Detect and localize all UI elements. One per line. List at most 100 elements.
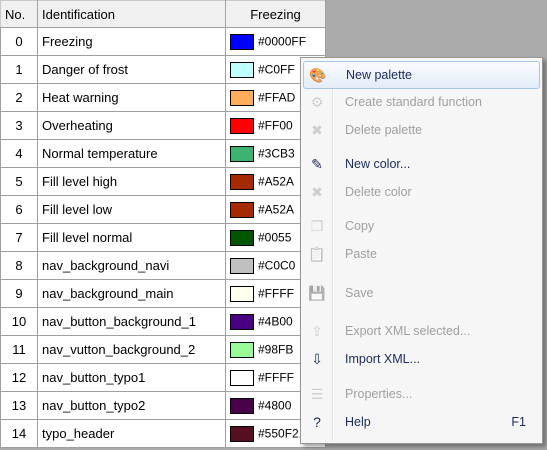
color-identification[interactable]: Overheating: [37, 111, 226, 140]
color-swatch[interactable]: [230, 425, 254, 442]
color-hex-value: #FFFF: [258, 286, 294, 301]
menu-item-import-xml[interactable]: ⇩ Import XML...: [303, 346, 540, 372]
color-swatch[interactable]: [230, 173, 254, 190]
table-row[interactable]: 4 Normal temperature #3CB3: [0, 139, 326, 168]
color-hex-value: #A52A: [258, 174, 295, 189]
import-xml-icon: ⇩: [311, 351, 323, 367]
menu-item-export-xml[interactable]: ⇪ Export XML selected...: [303, 318, 540, 344]
table-row[interactable]: 1 Danger of frost #C0FF: [0, 55, 326, 84]
color-swatch[interactable]: [230, 229, 254, 246]
color-palette-table[interactable]: No. Identification Freezing 0 Freezing #00…: [0, 0, 326, 448]
color-identification[interactable]: nav_background_navi: [37, 251, 226, 280]
color-identification[interactable]: Fill level normal: [37, 223, 226, 252]
menu-item-delete-color[interactable]: ✖ Delete color: [303, 179, 540, 205]
context-menu[interactable]: 🎨 New palette ⚙ Create standard function ✖ De…: [300, 57, 543, 444]
row-number: 5: [0, 167, 38, 196]
color-identification[interactable]: Normal temperature: [37, 139, 226, 168]
menu-item-label: Properties...: [345, 387, 413, 401]
color-swatch[interactable]: [230, 341, 254, 358]
row-number: 9: [0, 279, 38, 308]
table-row[interactable]: 0 Freezing #0000FF: [0, 27, 326, 56]
color-hex-value: #4800: [258, 398, 292, 413]
menu-item-label: Export XML selected...: [345, 324, 471, 338]
menu-item-label: Help: [345, 415, 371, 429]
menu-item-label: Copy: [345, 219, 375, 233]
column-header-no[interactable]: No.: [0, 0, 38, 28]
row-number: 3: [0, 111, 38, 140]
menu-item-gear[interactable]: ⚙ Create standard function: [303, 89, 540, 115]
table-row[interactable]: 8 nav_background_navi #C0C0: [0, 251, 326, 280]
color-hex-value: #0055: [258, 230, 292, 245]
properties-icon: ☰: [310, 386, 324, 402]
menu-item-label: Delete palette: [345, 123, 423, 137]
color-swatch[interactable]: [230, 257, 254, 274]
color-identification[interactable]: nav_background_main: [37, 279, 226, 308]
export-xml-icon: ⇪: [311, 323, 323, 339]
color-swatch[interactable]: [230, 285, 254, 302]
menu-item-copy[interactable]: ❐ Copy: [303, 213, 540, 239]
row-number: 10: [0, 307, 38, 336]
color-swatch[interactable]: [230, 201, 254, 218]
table-row[interactable]: 5 Fill level high #A52A: [0, 167, 326, 196]
color-hex-value: #550F21: [258, 426, 306, 441]
color-swatch[interactable]: [230, 61, 254, 78]
color-swatch[interactable]: [230, 117, 254, 134]
menu-item-label: Paste: [345, 247, 377, 261]
table-row[interactable]: 6 Fill level low #A52A: [0, 195, 326, 224]
row-number: 0: [0, 27, 38, 56]
menu-item-save[interactable]: 💾 Save: [303, 280, 540, 306]
color-hex-value: #FF00: [258, 118, 293, 133]
color-identification[interactable]: nav_button_typo1: [37, 363, 226, 392]
color-identification[interactable]: Fill level high: [37, 167, 226, 196]
color-swatch[interactable]: [230, 145, 254, 162]
row-number: 13: [0, 391, 38, 420]
table-row[interactable]: 13 nav_button_typo2 #4800: [0, 391, 326, 420]
table-row[interactable]: 12 nav_button_typo1 #FFFF: [0, 363, 326, 392]
column-header-color[interactable]: Freezing: [225, 0, 326, 28]
table-row[interactable]: 9 nav_background_main #FFFF: [0, 279, 326, 308]
row-number: 12: [0, 363, 38, 392]
delete-color-icon: ✖: [311, 184, 323, 200]
color-identification[interactable]: typo_header: [37, 419, 226, 448]
color-hex-value: #98FB: [258, 342, 294, 357]
table-row[interactable]: 2 Heat warning #FFAD: [0, 83, 326, 112]
color-cell[interactable]: #0000FF: [225, 27, 326, 56]
color-identification[interactable]: nav_vutton_background_2: [37, 335, 226, 364]
color-hex-value: #C0C0: [258, 258, 296, 273]
menu-item-properties[interactable]: ☰ Properties...: [303, 381, 540, 407]
table-row[interactable]: 10 nav_button_background_1 #4B00: [0, 307, 326, 336]
color-swatch[interactable]: [230, 313, 254, 330]
menu-item-paste[interactable]: 📋 Paste: [303, 241, 540, 267]
color-identification[interactable]: nav_button_typo2: [37, 391, 226, 420]
menu-item-label: Import XML...: [345, 352, 421, 366]
copy-icon: ❐: [310, 218, 324, 234]
color-swatch[interactable]: [230, 33, 254, 50]
color-identification[interactable]: Danger of frost: [37, 55, 226, 84]
row-number: 4: [0, 139, 38, 168]
color-identification[interactable]: nav_button_background_1: [37, 307, 226, 336]
menu-item-label: New palette: [346, 68, 413, 82]
menu-item-magic-wand[interactable]: ✎ New color...: [303, 151, 540, 177]
color-hex-value: #4B00: [258, 314, 293, 329]
table-row[interactable]: 7 Fill level normal #0055: [0, 223, 326, 252]
menu-item-label: Create standard function: [345, 95, 482, 109]
menu-item-palette[interactable]: 🎨 New palette: [303, 61, 540, 89]
palette-icon: 🎨: [309, 67, 327, 83]
menu-item-delete-palette[interactable]: ✖ Delete palette: [303, 117, 540, 143]
table-row[interactable]: 11 nav_vutton_background_2 #98FB: [0, 335, 326, 364]
menu-item-help[interactable]: ? Help F1: [303, 409, 540, 435]
color-swatch[interactable]: [230, 397, 254, 414]
column-header-identification[interactable]: Identification: [37, 0, 226, 28]
table-row[interactable]: 3 Overheating #FF00: [0, 111, 326, 140]
color-identification[interactable]: Fill level low: [37, 195, 226, 224]
row-number: 2: [0, 83, 38, 112]
color-identification[interactable]: Freezing: [37, 27, 226, 56]
color-swatch[interactable]: [230, 369, 254, 386]
color-swatch[interactable]: [230, 89, 254, 106]
table-row[interactable]: 14 typo_header #550F21: [0, 419, 326, 448]
color-identification[interactable]: Heat warning: [37, 83, 226, 112]
row-number: 8: [0, 251, 38, 280]
paste-icon: 📋: [308, 246, 326, 262]
menu-item-label: Save: [345, 286, 374, 300]
help-icon: ?: [313, 414, 321, 430]
